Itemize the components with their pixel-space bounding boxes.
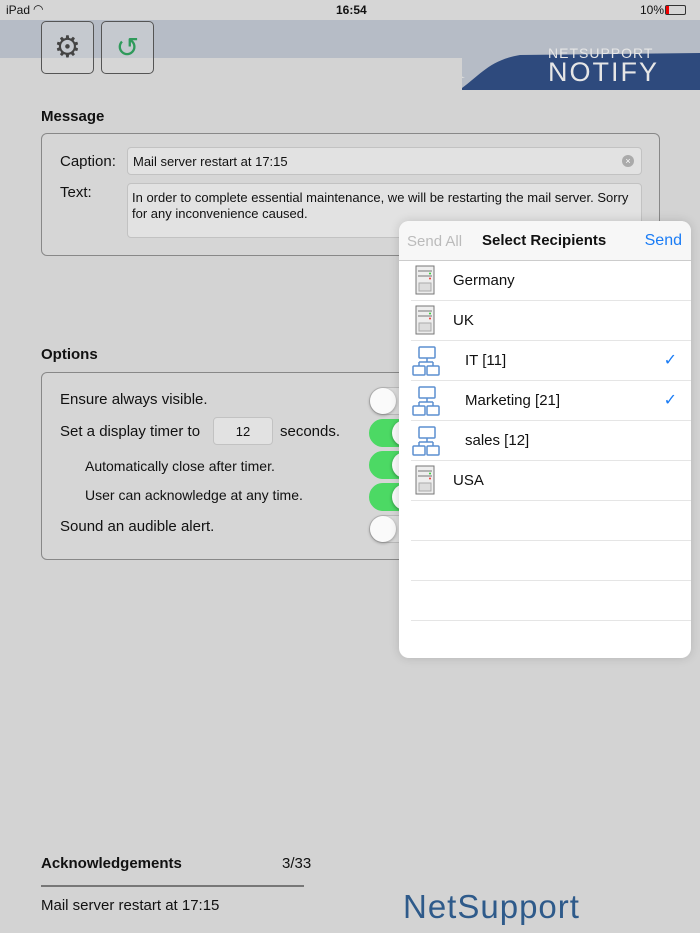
send-all-button[interactable]: Send All	[407, 233, 462, 250]
timer-suffix: seconds.	[280, 423, 341, 440]
popover-title: Select Recipients	[482, 232, 607, 249]
auto-close-label: Automatically close after timer.	[85, 458, 275, 474]
server-icon	[415, 265, 435, 300]
acknowledgements-count: 3/33	[282, 855, 312, 872]
group-icon	[411, 425, 443, 462]
options-title: Options	[41, 346, 98, 363]
caption-input[interactable]: Mail server restart at 17:15 ×	[127, 147, 642, 175]
acknowledgements-title: Acknowledgements	[41, 855, 182, 872]
device-name: iPad	[6, 3, 31, 17]
empty-row	[411, 501, 691, 541]
empty-row	[411, 581, 691, 621]
caption-value: Mail server restart at 17:15	[133, 154, 288, 169]
acknowledge-label: User can acknowledge at any time.	[85, 487, 303, 503]
checkmark-icon: ✓	[663, 352, 677, 369]
popover-header: Send All Select Recipients Send	[399, 221, 691, 261]
clock: 16:54	[336, 3, 367, 17]
netsupport-logo: NetSupport	[403, 888, 580, 925]
always-visible-label: Ensure always visible.	[60, 391, 208, 408]
timer-prefix: Set a display timer to	[60, 423, 201, 440]
select-recipients-popover: Send All Select Recipients Send Germany U…	[399, 221, 691, 658]
history-icon: ↺	[115, 32, 140, 63]
timer-input[interactable]: 12	[213, 417, 273, 445]
caption-label: Caption:	[60, 153, 116, 170]
text-label: Text:	[60, 184, 92, 201]
recipient-row[interactable]: sales [12]	[411, 421, 691, 461]
status-bar: iPad ◠ 16:54 10%	[0, 0, 700, 20]
group-icon	[411, 385, 443, 422]
recipient-label: sales [12]	[465, 432, 530, 449]
recipient-label: Marketing [21]	[465, 392, 561, 409]
recipient-row[interactable]: UK	[411, 301, 691, 341]
history-button[interactable]: ↺	[101, 21, 154, 74]
recipient-label: USA	[453, 472, 484, 489]
battery-percent: 10%	[640, 3, 665, 17]
server-icon	[415, 465, 435, 500]
acknowledgement-item[interactable]: Mail server restart at 17:15	[41, 897, 219, 914]
recipient-row[interactable]: IT [11] ✓	[411, 341, 691, 381]
send-button[interactable]: Send	[645, 232, 682, 250]
wifi-icon: ◠	[33, 2, 44, 16]
recipient-row[interactable]: USA	[411, 461, 691, 501]
recipient-row[interactable]: Marketing [21] ✓	[411, 381, 691, 421]
clear-icon[interactable]: ×	[622, 155, 634, 167]
recipient-label: IT [11]	[465, 352, 507, 369]
sound-label: Sound an audible alert.	[60, 518, 215, 535]
recipient-row[interactable]: Germany	[411, 261, 691, 301]
logo-bottom: NOTIFY	[548, 57, 659, 87]
recipient-label: Germany	[453, 272, 515, 289]
divider	[41, 885, 304, 887]
message-title: Message	[41, 108, 105, 125]
gear-icon: ⚙	[54, 31, 81, 64]
battery-icon	[665, 5, 686, 15]
empty-row	[411, 541, 691, 581]
recipient-label: UK	[453, 312, 474, 329]
settings-button[interactable]: ⚙	[41, 21, 94, 74]
group-icon	[411, 345, 443, 382]
checkmark-icon: ✓	[663, 392, 677, 409]
server-icon	[415, 305, 435, 340]
